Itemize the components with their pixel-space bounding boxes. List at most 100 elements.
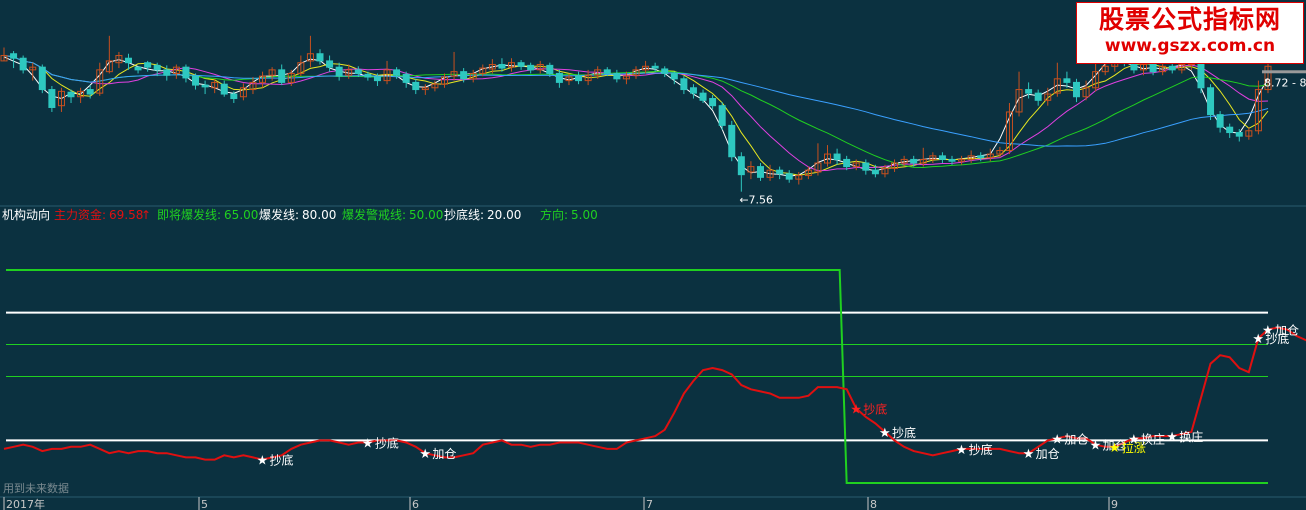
x-tick-label: 5 xyxy=(201,498,208,510)
candle-body xyxy=(86,89,94,95)
star-icon: ★ xyxy=(879,426,891,441)
legend-value: 65.00 xyxy=(224,208,258,222)
legend-name: 爆发警戒线: xyxy=(342,207,406,222)
legend-item: 爆发线: 80.00 xyxy=(259,207,336,222)
candle-body xyxy=(785,173,793,180)
legend-value: 20.00 xyxy=(487,208,521,222)
candle-body xyxy=(19,57,27,71)
star-icon: ★ xyxy=(362,437,374,452)
x-tick-label: 9 xyxy=(1111,498,1118,510)
legend-item: 抄底线: 20.00 xyxy=(444,207,521,222)
star-icon: ★ xyxy=(1166,430,1178,445)
legend-name: 方向: xyxy=(540,207,568,222)
watermark-logo: 股票公式指标网 www.gszx.com.cn xyxy=(1076,2,1304,64)
star-icon: ★ xyxy=(850,402,862,417)
signal-label: 抄底 xyxy=(892,425,916,440)
legend-value: 5.00 xyxy=(571,208,598,222)
price-tag-bar xyxy=(1262,70,1306,74)
candle-body xyxy=(728,124,736,158)
signal-label: 加仓 xyxy=(1036,447,1060,461)
legend-item: 即将爆发线: 65.00 xyxy=(157,207,258,222)
candle-body xyxy=(1207,87,1215,116)
candle-body xyxy=(555,72,563,83)
legend-value: 50.00 xyxy=(409,208,443,222)
signal-label: 加仓 xyxy=(1275,324,1299,338)
candle-body xyxy=(1034,92,1042,101)
legend-item: 主力资金: 69.58 xyxy=(54,207,143,222)
signal-label: 加仓 xyxy=(432,447,456,461)
star-icon: ★ xyxy=(419,447,431,462)
legend-value: 80.00 xyxy=(302,208,336,222)
candle-body xyxy=(871,169,879,175)
footer-note: 用到未来数据 xyxy=(3,481,69,495)
candle-body xyxy=(460,71,468,80)
candle-body xyxy=(1226,126,1234,134)
candle-body xyxy=(10,53,18,59)
candle-body xyxy=(335,66,343,77)
candle-body xyxy=(153,64,161,71)
legend-value: 69.58 xyxy=(109,208,143,222)
candle-body xyxy=(613,72,621,80)
candle-body xyxy=(948,158,956,162)
legend-name: 爆发线: xyxy=(259,207,299,222)
x-tick-label: 2017年 xyxy=(6,497,45,510)
candle-body xyxy=(1216,114,1224,128)
star-icon: ★ xyxy=(257,454,269,469)
star-icon: ★ xyxy=(1262,324,1274,339)
candle-body xyxy=(182,66,190,79)
signal-label: 抄底 xyxy=(375,436,399,451)
candle-body xyxy=(498,63,506,69)
indicator-title: 机构动向 xyxy=(2,207,50,222)
low-price-marker: ←7.56 xyxy=(739,194,773,207)
candle-body xyxy=(201,84,209,88)
candle-body xyxy=(230,93,238,100)
candle-body xyxy=(1025,89,1033,94)
signal-label: 换庄 xyxy=(1179,429,1203,444)
candle-body xyxy=(689,87,697,94)
stock-chart-screen: ←7.568.72 - 8. 机构动向 主力资金: 69.58 即将爆发线: 65.00… xyxy=(0,0,1306,510)
candle-body xyxy=(651,65,659,69)
candle-body xyxy=(393,69,401,76)
signal-label: 抄底 xyxy=(863,401,887,416)
candle-body xyxy=(278,69,286,83)
signal-label: 加仓 xyxy=(1064,432,1088,446)
candle-body xyxy=(354,69,362,74)
candle-body xyxy=(220,83,228,95)
candle-body xyxy=(603,69,611,74)
candle-body xyxy=(1063,78,1071,83)
star-icon: ★ xyxy=(1128,432,1140,447)
candle-body xyxy=(709,98,717,107)
up-arrow-icon: ↑ xyxy=(141,208,151,222)
candle-body xyxy=(833,153,841,160)
candle-body xyxy=(1072,81,1080,98)
legend-name: 抄底线: xyxy=(444,207,484,222)
legend-name: 即将爆发线: xyxy=(157,207,221,222)
watermark-url: www.gszx.com.cn xyxy=(1104,36,1276,56)
candle-body xyxy=(38,66,46,91)
candle-body xyxy=(737,156,745,176)
candle-body xyxy=(1168,65,1176,71)
candle-body xyxy=(862,162,870,171)
candle-body xyxy=(124,57,132,64)
candle-body xyxy=(977,155,985,159)
star-icon: ★ xyxy=(956,443,968,458)
candle-body xyxy=(527,64,535,71)
candle-body xyxy=(163,69,171,76)
candle-body xyxy=(670,72,678,80)
candle-body xyxy=(373,76,381,82)
candle-body xyxy=(316,53,324,62)
candle-body xyxy=(938,155,946,160)
x-tick-label: 8 xyxy=(870,498,877,510)
candle-body xyxy=(364,73,372,78)
candle-body xyxy=(48,89,56,108)
star-icon: ★ xyxy=(1051,432,1063,447)
candle-body xyxy=(680,78,688,91)
watermark-title: 股票公式指标网 xyxy=(1098,5,1281,34)
candle-body xyxy=(1149,63,1157,73)
legend-item: 爆发警戒线: 50.00 xyxy=(342,207,443,222)
signal-label: 抄底 xyxy=(270,453,294,468)
candle-body xyxy=(144,62,152,68)
signal-label: 抄底 xyxy=(969,442,993,457)
candle-body xyxy=(134,66,142,71)
candle-body xyxy=(910,158,918,164)
